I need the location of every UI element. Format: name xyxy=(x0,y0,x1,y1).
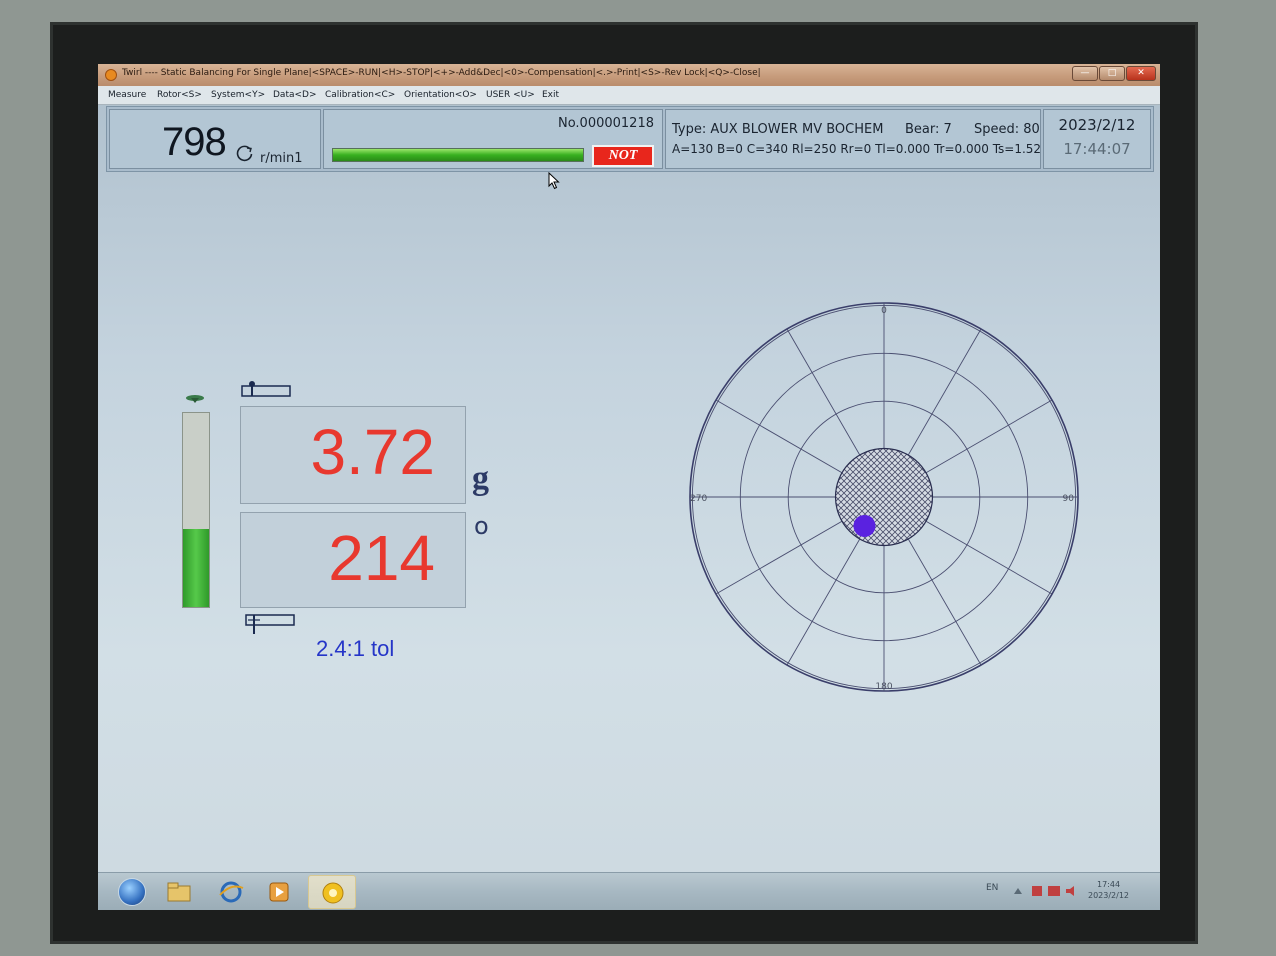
tolerance-zone xyxy=(834,447,934,547)
start-button[interactable] xyxy=(118,878,146,906)
unbalance-point xyxy=(853,514,876,537)
menu-orientation[interactable]: Orientation<O> xyxy=(404,90,477,100)
minimize-button[interactable]: — xyxy=(1072,66,1098,81)
menu-bar: Measure Rotor<S> System<Y> Data<D> Calib… xyxy=(98,86,1160,105)
file-explorer-icon[interactable] xyxy=(164,877,194,907)
unbalance-mass: 3.72 xyxy=(310,416,435,488)
twirl-app-icon xyxy=(322,882,344,904)
screen: Twirl ---- Static Balancing For Single P… xyxy=(98,64,1160,910)
mass-value-box: 3.72 xyxy=(240,406,466,504)
datetime-panel: 2023/2/12 17:44:07 xyxy=(1043,109,1151,169)
mass-unit: g xyxy=(472,460,489,497)
unbalance-angle: 214 xyxy=(328,522,435,594)
polar-label-top: 0 xyxy=(881,306,887,316)
rpm-unit: r/min1 xyxy=(260,151,303,166)
taskbar-app-twirl[interactable] xyxy=(308,875,356,909)
menu-measure[interactable]: Measure xyxy=(108,90,146,100)
rotor-type: Type: AUX BLOWER MV BOCHEM xyxy=(672,122,884,137)
level-pointer-icon xyxy=(186,395,204,403)
tolerance-label: 2.4:1 tol xyxy=(316,636,395,661)
input-language[interactable]: EN xyxy=(986,883,998,893)
bearing-label: Bear: 7 xyxy=(905,122,952,137)
rpm-value: 798 xyxy=(162,120,227,164)
status-header: 798 r/min1 No.000001218 NOT Type: AUX BL… xyxy=(106,106,1154,172)
speed-label: Speed: 80( xyxy=(974,122,1041,137)
menu-calibration[interactable]: Calibration<C> xyxy=(325,90,395,100)
window-title: Twirl ---- Static Balancing For Single P… xyxy=(122,68,761,78)
media-player-icon[interactable] xyxy=(264,877,294,907)
menu-rotor[interactable]: Rotor<S> xyxy=(157,90,202,100)
rotation-icon xyxy=(236,145,253,162)
system-tray-icons[interactable] xyxy=(1010,883,1080,899)
rotor-info-panel: Type: AUX BLOWER MV BOCHEM Bear: 7 Speed… xyxy=(665,109,1041,169)
window-titlebar[interactable]: Twirl ---- Static Balancing For Single P… xyxy=(98,64,1160,87)
taskbar-clock[interactable]: 17:44 2023/2/12 xyxy=(1088,879,1129,901)
right-plane-icon xyxy=(245,614,295,634)
taskbar: EN 17:44 2023/2/12 xyxy=(98,872,1160,910)
polar-label-left: 270 xyxy=(690,494,707,504)
status-badge: NOT xyxy=(592,145,654,167)
angle-value-box: 214 xyxy=(240,512,466,608)
menu-system[interactable]: System<Y> xyxy=(211,90,265,100)
rotor-params: A=130 B=0 C=340 Rl=250 Rr=0 Tl=0.000 Tr=… xyxy=(672,142,1041,156)
level-fill xyxy=(183,529,209,607)
polar-plot: 0 90 180 270 xyxy=(689,302,1079,692)
menu-exit[interactable]: Exit xyxy=(542,90,559,100)
progress-panel: No.000001218 NOT xyxy=(323,109,663,169)
menu-data[interactable]: Data<D> xyxy=(273,90,317,100)
maximize-button[interactable]: □ xyxy=(1099,66,1125,81)
rpm-panel: 798 r/min1 xyxy=(109,109,321,169)
mouse-cursor-icon xyxy=(548,172,560,190)
time-display: 17:44:07 xyxy=(1063,140,1131,158)
level-bar xyxy=(182,412,210,608)
serial-number: No.000001218 xyxy=(557,116,654,131)
menu-user[interactable]: USER <U> xyxy=(486,90,535,100)
close-button[interactable]: ✕ xyxy=(1126,66,1156,81)
left-plane-icon xyxy=(241,381,291,397)
progress-bar xyxy=(332,148,584,162)
progress-fill xyxy=(333,149,583,161)
angle-unit: o xyxy=(474,512,489,540)
polar-label-right: 90 xyxy=(1063,494,1075,504)
polar-label-bottom: 180 xyxy=(875,682,892,692)
taskbar-time: 17:44 xyxy=(1096,880,1121,889)
internet-explorer-icon[interactable] xyxy=(216,877,246,907)
taskbar-date: 2023/2/12 xyxy=(1088,891,1130,900)
app-icon xyxy=(105,69,117,81)
date-display: 2023/2/12 xyxy=(1058,116,1136,134)
